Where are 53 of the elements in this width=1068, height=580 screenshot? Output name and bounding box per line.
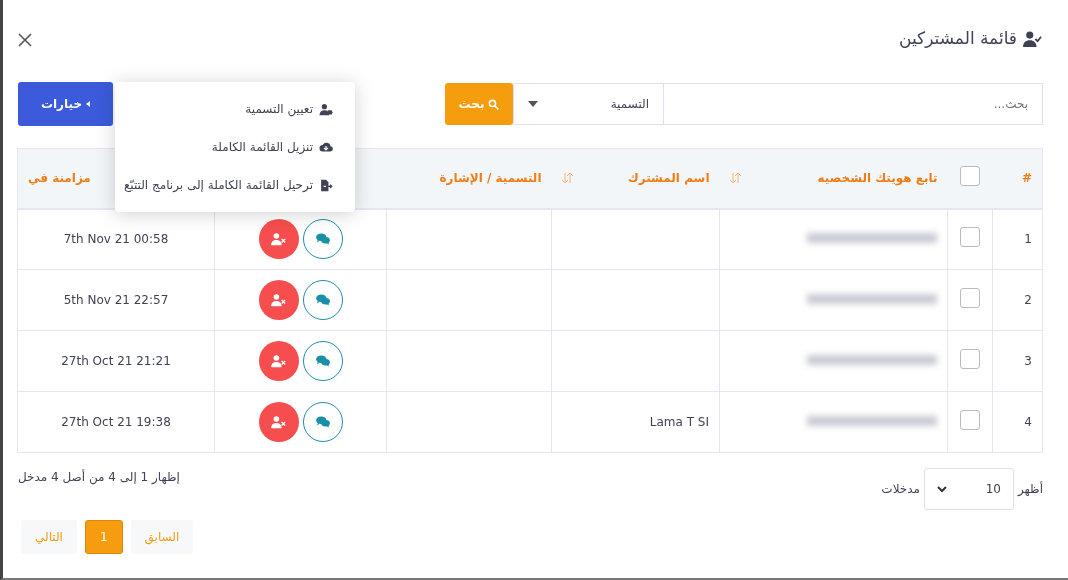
chevron-icon xyxy=(936,485,947,493)
chat-button[interactable] xyxy=(302,341,343,381)
sync-date: 27th Oct 21 21:21 xyxy=(61,354,171,368)
column-header: # xyxy=(1021,170,1032,188)
caret-icon xyxy=(86,101,91,107)
row-number: 1 xyxy=(1024,232,1032,247)
select-all-checkbox[interactable] xyxy=(960,165,980,186)
remove-user-icon xyxy=(270,415,287,429)
filter-dropdown[interactable]: التسمية xyxy=(513,83,663,125)
row-checkbox[interactable] xyxy=(960,409,980,430)
remove-user-button[interactable] xyxy=(258,219,299,260)
search-icon xyxy=(488,98,500,110)
remove-user-icon xyxy=(270,293,287,307)
file-export-icon xyxy=(319,178,333,192)
column-header: اسم المشترك xyxy=(627,170,710,188)
remove-user-button[interactable] xyxy=(258,341,299,381)
user-tag-icon xyxy=(319,102,333,116)
sync-date: 5th Nov 21 22:57 xyxy=(63,293,169,307)
row-number: 4 xyxy=(1024,415,1032,429)
column-header: تابع هويتك الشخصيه xyxy=(817,170,938,188)
menu-item[interactable]: تنزيل القائمة الكاملة xyxy=(115,128,355,166)
row-number: 3 xyxy=(1024,354,1032,368)
row-number: 2 xyxy=(1024,293,1032,307)
caret-icon xyxy=(528,101,538,107)
row-checkbox[interactable] xyxy=(960,226,980,247)
page-size-select[interactable]: 10 xyxy=(923,468,1014,510)
chat-icon xyxy=(315,294,330,306)
chat-icon xyxy=(315,416,330,428)
sync-date: 7th Nov 21 00:58 xyxy=(63,232,169,247)
row-checkbox[interactable] xyxy=(960,348,980,369)
cloud-download-icon xyxy=(319,140,333,154)
column-header: التسمية / الإشارة xyxy=(439,170,542,188)
subscriber-name: Lama T SI xyxy=(649,415,709,429)
search-field[interactable]: بحث... xyxy=(663,83,1043,125)
length-label: أظهر xyxy=(1017,480,1043,498)
remove-user-icon xyxy=(270,232,287,247)
options-button[interactable]: خيارات xyxy=(18,82,113,126)
remove-user-button[interactable] xyxy=(258,280,299,320)
sync-date: 27th Oct 21 19:38 xyxy=(61,415,171,429)
modal-title: قائمة المشتركين xyxy=(899,27,1017,51)
chat-icon xyxy=(315,355,330,367)
table-info: إظهار 1 إلى 4 من أصل 4 مدخل xyxy=(18,468,180,486)
row-checkbox[interactable] xyxy=(960,287,980,308)
length-label: مدخلات xyxy=(881,481,920,498)
chat-button[interactable] xyxy=(302,280,343,320)
chat-button[interactable] xyxy=(302,402,343,442)
remove-user-icon xyxy=(270,354,287,368)
column-header: مزامنة في xyxy=(28,170,91,188)
menu-item[interactable]: ترحيل القائمة الكاملة إلى برنامج التتبّع xyxy=(115,166,355,204)
user-check-icon xyxy=(1021,30,1043,48)
chat-icon xyxy=(315,233,330,246)
menu-item[interactable]: تعيين التسمية xyxy=(115,90,355,128)
remove-user-button[interactable] xyxy=(258,402,299,442)
